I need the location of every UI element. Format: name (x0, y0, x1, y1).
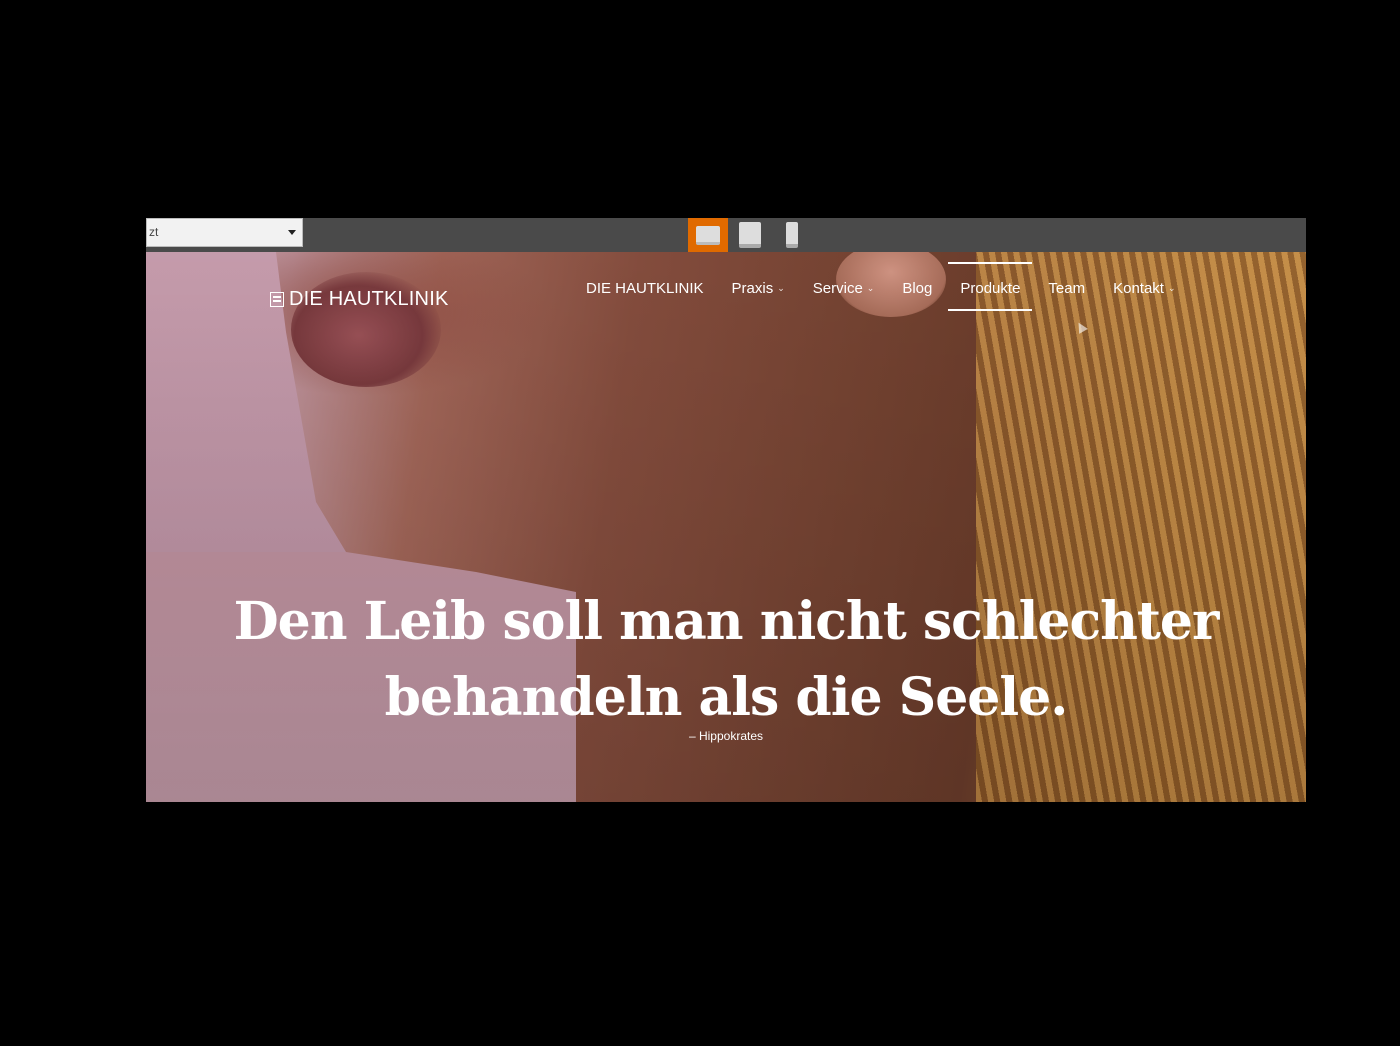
hero-quote-line2: behandeln als die Seele. (384, 667, 1069, 728)
nav-item-hautklinik[interactable]: DIE HAUTKLINIK (586, 280, 704, 297)
book-icon (270, 292, 284, 307)
nav-label: Praxis (731, 279, 774, 297)
editor-toolbar: zt (146, 218, 1306, 252)
mobile-icon (786, 222, 798, 248)
mobile-view-button[interactable] (772, 218, 812, 252)
chevron-down-icon: ⌄ (1167, 282, 1176, 293)
nav-item-produkte[interactable]: Produkte (948, 261, 1033, 311)
nav-item-team[interactable]: Team (1048, 280, 1085, 297)
chevron-down-icon: ⌄ (866, 282, 875, 293)
nav-item-service[interactable]: Service ⌄ (813, 280, 875, 297)
page-select-value: zt (149, 225, 159, 239)
page-select-dropdown[interactable]: zt (146, 218, 303, 247)
hero-section: DIE HAUTKLINIK DIE HAUTKLINIK Praxis ⌄ S… (146, 252, 1306, 802)
tablet-icon (739, 222, 761, 248)
nav-item-blog[interactable]: Blog (902, 280, 932, 297)
nav-label: Blog (902, 279, 933, 297)
desktop-icon (696, 225, 720, 245)
logo-text: DIE HAUTKLINIK (289, 288, 449, 310)
nav-label: Service (812, 279, 863, 297)
nav-label: Team (1048, 279, 1086, 297)
chevron-down-icon: ⌄ (777, 282, 785, 293)
nav-item-praxis[interactable]: Praxis ⌄ (732, 280, 785, 297)
desktop-view-button[interactable] (688, 218, 728, 252)
hero-quote-line1: Den Leib soll man nicht schlechter (233, 591, 1220, 652)
site-logo[interactable]: DIE HAUTKLINIK (270, 288, 449, 311)
nav-label: Kontakt (1113, 279, 1164, 297)
tablet-view-button[interactable] (730, 218, 770, 252)
main-nav: DIE HAUTKLINIK Praxis ⌄ Service ⌄ Blog P… (586, 261, 1204, 311)
hero-quote-author: – Hippokrates (688, 729, 764, 743)
chevron-down-icon (288, 230, 296, 235)
nav-item-kontakt[interactable]: Kontakt ⌄ (1113, 280, 1175, 297)
nav-label: DIE HAUTKLINIK (586, 279, 704, 297)
hero-quote: Den Leib soll man nicht schlechter behan… (146, 584, 1306, 736)
nav-label: Produkte (960, 279, 1021, 297)
